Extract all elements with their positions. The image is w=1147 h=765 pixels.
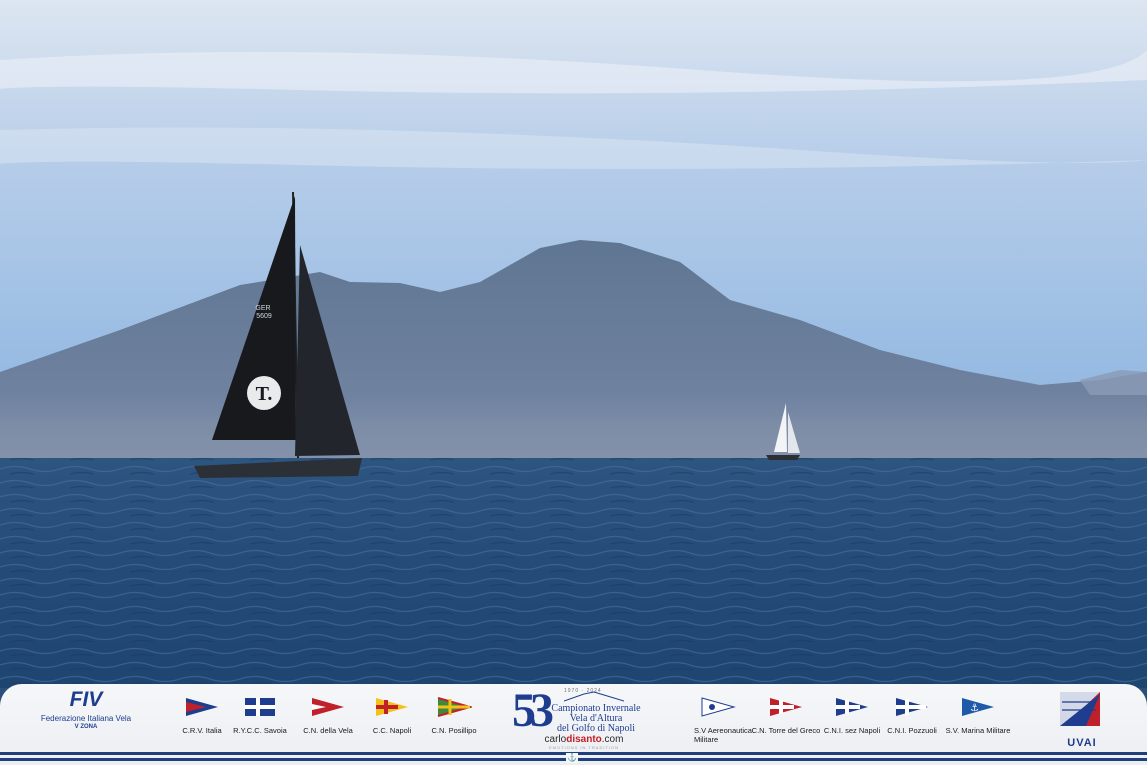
- blue-white-cross-flag-icon: [245, 698, 275, 716]
- fiv-zone: V ZONA: [74, 724, 98, 730]
- photo-scene: T. GER 5609: [0, 0, 1147, 688]
- club-cn-posillipo: C.N. Posillipo: [414, 696, 494, 735]
- event-edition: 53: [512, 684, 554, 737]
- fiv-name: Federazione Italiana Vela: [40, 714, 132, 723]
- club-sv-marina-militare: ⚓ S.V. Marina Militare: [938, 696, 1018, 735]
- sponsor-tagline: EMOTIONS IN TRADITION: [548, 745, 620, 750]
- sponsor-footer: FIV Federazione Italiana Vela V ZONA C.R…: [0, 684, 1147, 765]
- fiv-mark: FIV: [69, 688, 103, 711]
- sea-waves: [0, 458, 1147, 688]
- club-label: S.V. Marina Militare: [945, 726, 1011, 735]
- blue-white-flag-icon: [836, 698, 868, 716]
- sail-logo: T.: [256, 383, 273, 405]
- event-title-line3: del Golfo di Napoli: [556, 723, 636, 734]
- uvai-sail-icon: [1060, 692, 1100, 726]
- red-white-pennant-flag-icon: [312, 698, 344, 716]
- uvai-text: UVAI: [1067, 737, 1097, 749]
- sail-number: GER: [255, 305, 270, 312]
- green-union-jack-flag-icon: [437, 697, 472, 717]
- sail-number: 5609: [256, 313, 272, 320]
- fiv-logo: FIV Federazione Italiana Vela V ZONA: [36, 688, 136, 730]
- burgee-red-blue-flag-icon: [186, 698, 218, 716]
- svg-text:⚓: ⚓: [970, 703, 979, 714]
- blue-white-burgee-flag-icon: [896, 698, 928, 716]
- sponsor-brand: carlodisanto.com: [544, 734, 624, 745]
- blue-anchor-flag-icon: ⚓: [962, 698, 994, 716]
- coastline-town: [0, 420, 1147, 462]
- white-pennant-flag-icon: [701, 697, 736, 717]
- yellow-red-flag-icon: [376, 698, 408, 716]
- uvai-logo: UVAI: [1054, 688, 1110, 749]
- anchor-icon: ⚓: [566, 753, 578, 763]
- red-white-cross-flag-icon: [770, 698, 802, 716]
- club-label: C.N. Posillipo: [431, 726, 477, 735]
- event-years: 1970 · 2024: [564, 688, 602, 694]
- event-logo: 53 1970 · 2024 Campionato Invernale Vela…: [508, 686, 642, 752]
